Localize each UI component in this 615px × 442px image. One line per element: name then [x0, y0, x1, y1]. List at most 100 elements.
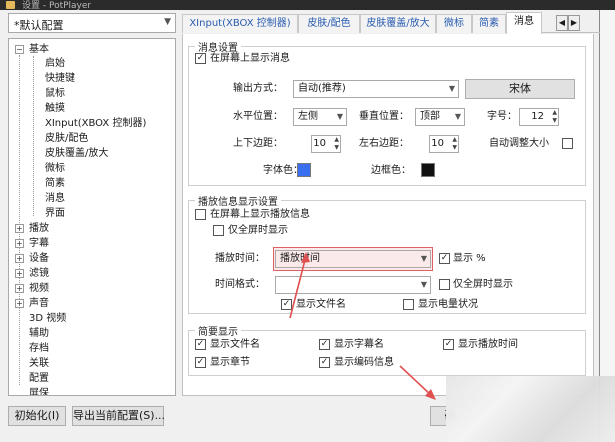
tb-margin-value: 10 [313, 138, 326, 149]
tab-simple[interactable]: 简素 [472, 14, 506, 33]
border-color-swatch[interactable] [421, 163, 435, 177]
expand-icon[interactable]: + [15, 224, 24, 233]
show-percent-checkbox[interactable]: ✓ [439, 253, 450, 264]
brief-time-label: 显示播放时间 [458, 339, 518, 350]
tree-item-hotkeys[interactable]: 快捷键 [45, 72, 75, 85]
v-pos-value: 顶部 [420, 111, 440, 122]
expand-icon[interactable]: + [15, 284, 24, 293]
tab-xinput[interactable]: XInput(XBOX 控制器) [182, 14, 298, 33]
group-title: 简要显示 [195, 323, 241, 338]
output-value: 自动(推荐) [298, 83, 346, 94]
expand-icon[interactable]: + [15, 239, 24, 248]
tab-logo[interactable]: 微标 [436, 14, 472, 33]
tree-item-messages[interactable]: 消息 [45, 192, 65, 205]
tree-item-mouse[interactable]: 鼠标 [45, 87, 65, 100]
init-button[interactable]: 初始化(I) [8, 406, 66, 426]
tree-item-assist[interactable]: 辅助 [29, 327, 49, 340]
tree-item-3d[interactable]: 3D 视频 [29, 312, 66, 325]
lr-margin-spinner[interactable]: 10 ▲ ▼ [429, 135, 459, 153]
chevron-down-icon: ▼ [420, 254, 427, 263]
brief-filename-checkbox[interactable]: ✓ [195, 339, 206, 350]
tree-item-touch[interactable]: 触摸 [45, 102, 65, 115]
tree-item-ui[interactable]: 界面 [45, 207, 65, 220]
fullscreen-only-2-label: 仅全屏时显示 [453, 279, 513, 290]
show-playinfo-checkbox[interactable] [195, 209, 206, 220]
chevron-down-icon: ▼ [420, 280, 427, 289]
tree-item-archive[interactable]: 存档 [29, 342, 49, 355]
output-select[interactable]: 自动(推荐) ▼ [293, 80, 459, 98]
tab-skin-zoom[interactable]: 皮肤覆盖/放大 [360, 14, 436, 33]
spinner-arrows-icon[interactable]: ▲ ▼ [552, 109, 557, 125]
expand-icon[interactable]: + [15, 299, 24, 308]
fullscreen-only-checkbox[interactable] [213, 225, 224, 236]
tree-item-skin-zoom[interactable]: 皮肤覆盖/放大 [45, 147, 108, 160]
tab-skin[interactable]: 皮肤/配色 [298, 14, 360, 33]
expand-icon[interactable]: + [15, 269, 24, 278]
font-color-swatch[interactable] [297, 163, 311, 177]
tree-item-screensaver[interactable]: 屏保 [29, 387, 49, 395]
fullscreen-only-2-checkbox[interactable] [439, 279, 450, 290]
tree-item-xinput[interactable]: XInput(XBOX 控制器) [45, 117, 146, 130]
spinner-arrows-icon[interactable]: ▲ ▼ [452, 136, 457, 152]
time-format-select[interactable]: ▼ [275, 276, 431, 294]
v-pos-select[interactable]: 顶部 ▼ [415, 108, 465, 126]
show-msg-checkbox[interactable]: ✓ [195, 53, 206, 64]
settings-tree[interactable]: − 基本 启始 快捷键 鼠标 触摸 XInput(XBOX 控制器) 皮肤/配色… [8, 38, 176, 396]
output-label: 输出方式： [233, 83, 283, 94]
auto-size-label: 自动调整大小 [489, 138, 549, 149]
font-button[interactable]: 宋体 [465, 79, 575, 99]
tree-item-subtitle[interactable]: 字幕 [29, 237, 49, 250]
h-pos-value: 左侧 [298, 111, 318, 122]
preset-value: *默认配置 [14, 19, 64, 32]
auto-size-checkbox[interactable] [562, 138, 573, 149]
preset-select[interactable]: *默认配置 ▼ [8, 13, 176, 33]
chevron-down-icon: ▼ [336, 112, 343, 121]
messages-panel: 消息设置 ✓ 在屏幕上显示消息 输出方式： 自动(推荐) ▼ 宋体 水平位置： … [182, 34, 594, 396]
brief-chapter-label: 显示章节 [210, 357, 250, 368]
brief-filename-label: 显示文件名 [210, 339, 260, 350]
show-filename-checkbox[interactable]: ✓ [281, 299, 292, 310]
tree-item-logo[interactable]: 微标 [45, 162, 65, 175]
tree-item-config[interactable]: 配置 [29, 372, 49, 385]
chevron-down-icon: ▼ [164, 17, 171, 27]
show-msg-label: 在屏幕上显示消息 [210, 53, 290, 64]
brief-time-checkbox[interactable]: ✓ [443, 339, 454, 350]
message-settings-group: 消息设置 ✓ 在屏幕上显示消息 输出方式： 自动(推荐) ▼ 宋体 水平位置： … [188, 39, 586, 186]
font-size-spinner[interactable]: 12 ▲ ▼ [519, 108, 559, 126]
tab-scroll-right-icon[interactable]: ▶ [568, 15, 580, 31]
brief-codec-checkbox[interactable]: ✓ [319, 357, 330, 368]
scrollbar[interactable] [600, 10, 615, 390]
spinner-arrows-icon[interactable]: ▲ ▼ [334, 136, 339, 152]
fullscreen-only-label: 仅全屏时显示 [228, 225, 288, 236]
play-time-select[interactable]: 播放时间 ▼ [275, 250, 431, 268]
tab-scroll-left-icon[interactable]: ◀ [556, 15, 568, 31]
brief-chapter-checkbox[interactable]: ✓ [195, 357, 206, 368]
tree-item-start[interactable]: 启始 [45, 57, 65, 70]
brief-subtitle-checkbox[interactable]: ✓ [319, 339, 330, 350]
tree-item-simple[interactable]: 简素 [45, 177, 65, 190]
show-battery-checkbox[interactable] [403, 299, 414, 310]
show-battery-label: 显示电量状况 [418, 299, 478, 310]
tree-item-audio[interactable]: 声音 [29, 297, 49, 310]
tree-item-skin[interactable]: 皮肤/配色 [45, 132, 88, 145]
export-button[interactable]: 导出当前配置(S)... [72, 406, 165, 426]
tree-item-video[interactable]: 视频 [29, 282, 49, 295]
h-pos-select[interactable]: 左侧 ▼ [293, 108, 347, 126]
group-title: 消息设置 [195, 39, 241, 54]
tree-item-playback[interactable]: 播放 [29, 222, 49, 235]
tree-item-assoc[interactable]: 关联 [29, 357, 49, 370]
show-playinfo-label: 在屏幕上显示播放信息 [210, 209, 310, 220]
font-size-value: 12 [531, 111, 544, 122]
v-pos-label: 垂直位置： [359, 111, 409, 122]
h-pos-label: 水平位置： [233, 111, 283, 122]
group-title: 播放信息显示设置 [195, 193, 281, 208]
tree-item-filter[interactable]: 滤镜 [29, 267, 49, 280]
expand-icon[interactable]: + [15, 254, 24, 263]
tree-item-device[interactable]: 设备 [29, 252, 49, 265]
tree-item-basic[interactable]: 基本 [29, 43, 49, 56]
collapse-icon[interactable]: − [15, 45, 24, 54]
tb-margin-spinner[interactable]: 10 ▲ ▼ [311, 135, 341, 153]
tab-bar: XInput(XBOX 控制器) 皮肤/配色 皮肤覆盖/放大 微标 简素 消息 … [182, 12, 600, 34]
tab-messages[interactable]: 消息 [506, 12, 542, 34]
playback-info-group: 播放信息显示设置 在屏幕上显示播放信息 仅全屏时显示 播放时间： 播放时间 ▼ … [188, 193, 586, 314]
